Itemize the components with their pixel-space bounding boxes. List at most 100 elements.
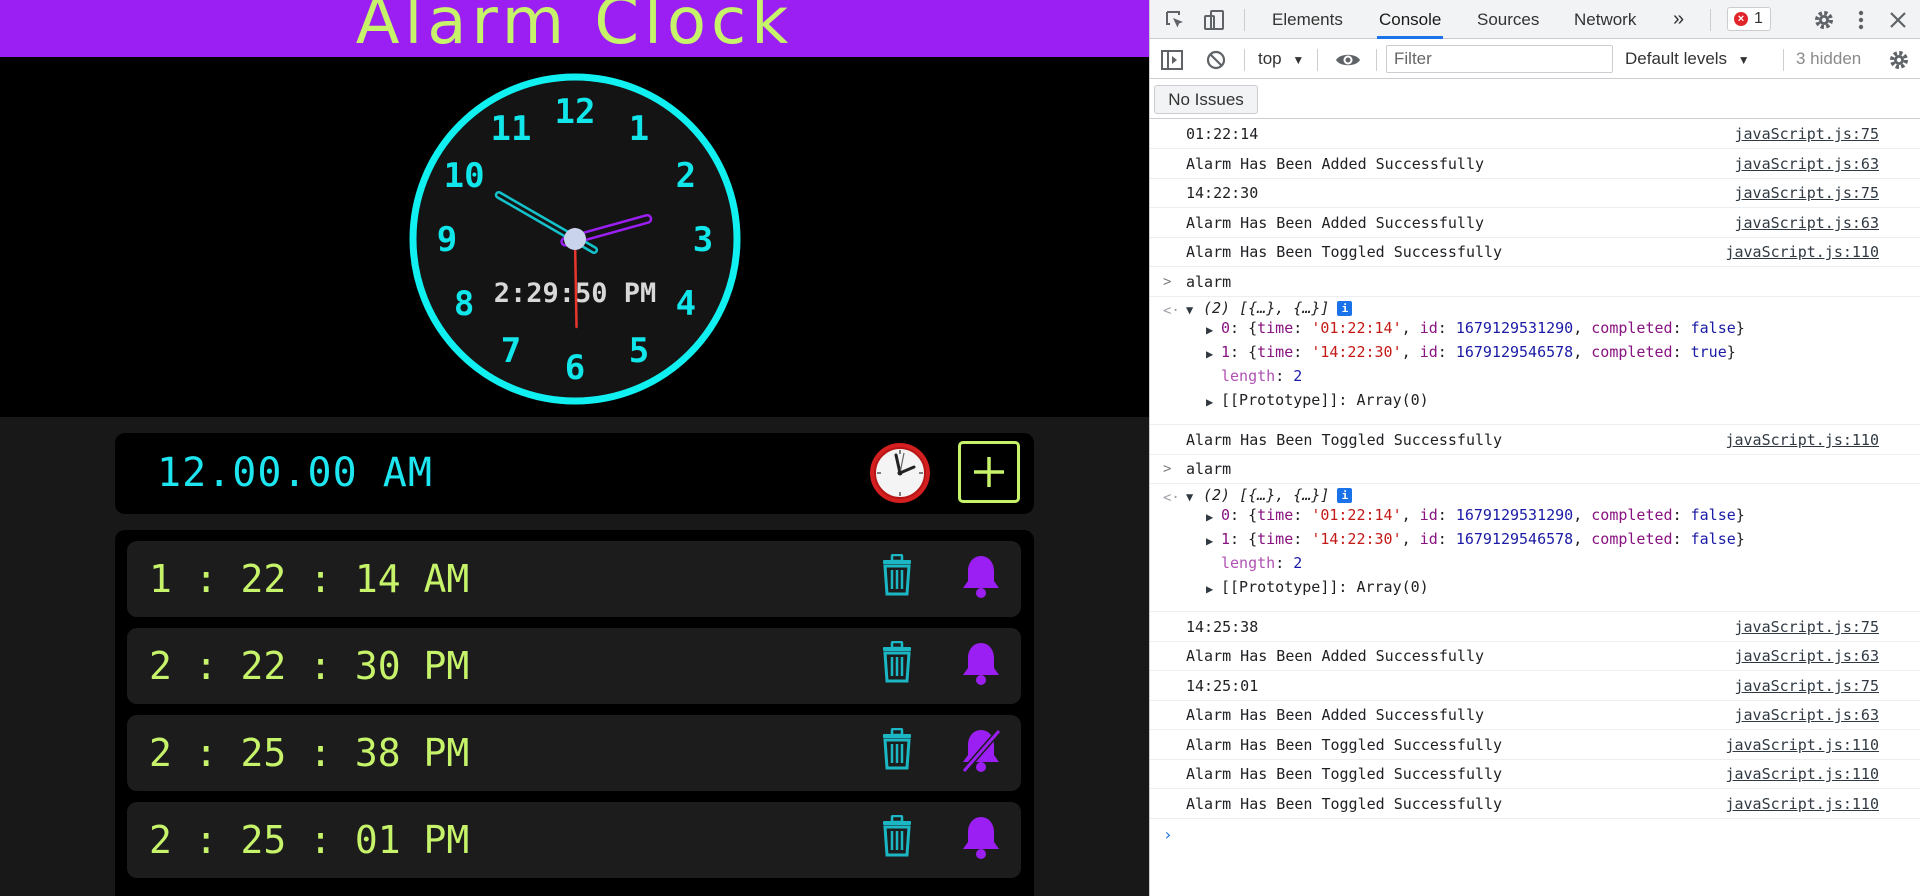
- log-message: Alarm Has Been Added Successfully: [1186, 647, 1485, 665]
- log-source-link[interactable]: javaScript.js:110: [1725, 425, 1879, 455]
- toolbar-divider: [1376, 49, 1377, 71]
- console-toolbar: top ▼ Default levels ▼ 3 hidden: [1150, 40, 1920, 79]
- array-prototype: [[Prototype]]: Array(0): [1221, 578, 1429, 596]
- clock-number: 9: [437, 220, 457, 260]
- hidden-messages-count: 3 hidden: [1796, 49, 1862, 68]
- collapse-triangle-icon[interactable]: ▼: [1186, 490, 1193, 504]
- log-message: Alarm Has Been Toggled Successfully: [1186, 795, 1503, 813]
- bell-icon[interactable]: [961, 553, 1001, 603]
- console-prompt-icon[interactable]: ›: [1163, 820, 1173, 850]
- expand-triangle-icon[interactable]: ▶: [1206, 510, 1213, 524]
- app-title: Alarm Clock: [355, 0, 794, 59]
- log-message: 14:25:38: [1186, 618, 1259, 636]
- bell-icon[interactable]: [961, 814, 1001, 864]
- array-item: 1: {time: '14:22:30', id: 1679129546578,…: [1221, 343, 1736, 361]
- console-log-row: Alarm Has Been Added Successfully javaSc…: [1150, 642, 1920, 671]
- error-count-badge[interactable]: × 1: [1727, 7, 1771, 31]
- alarm-item: 2 : 22 : 30 PM: [127, 628, 1021, 704]
- trash-icon[interactable]: [879, 814, 915, 861]
- log-message: Alarm Has Been Toggled Successfully: [1186, 765, 1503, 783]
- clock-number: 10: [444, 156, 485, 196]
- array-prototype: [[Prototype]]: Array(0): [1221, 391, 1429, 409]
- console-command-row: > alarm: [1150, 455, 1920, 484]
- trash-icon[interactable]: [879, 727, 915, 774]
- tab-sources[interactable]: Sources: [1477, 0, 1539, 39]
- alarm-time: 2 : 25 : 38 PM: [149, 731, 470, 775]
- tab-elements[interactable]: Elements: [1272, 0, 1343, 39]
- log-source-link[interactable]: javaScript.js:75: [1735, 120, 1880, 149]
- array-item: 1: {time: '14:22:30', id: 1679129546578,…: [1221, 530, 1745, 548]
- log-source-link[interactable]: javaScript.js:110: [1725, 238, 1879, 267]
- bell-off-icon[interactable]: [961, 727, 1002, 777]
- gear-icon[interactable]: [1812, 8, 1836, 32]
- trash-icon[interactable]: [879, 553, 915, 600]
- console-log-row: Alarm Has Been Added Successfully javaSc…: [1150, 701, 1920, 730]
- tab-console[interactable]: Console: [1377, 0, 1444, 39]
- issues-button[interactable]: No Issues: [1154, 85, 1258, 114]
- error-count: 1: [1754, 10, 1763, 27]
- log-source-link[interactable]: javaScript.js:110: [1725, 730, 1879, 760]
- log-source-link[interactable]: javaScript.js:63: [1735, 701, 1880, 730]
- sidebar-toggle-icon[interactable]: [1160, 49, 1184, 71]
- eye-icon[interactable]: [1335, 51, 1361, 69]
- result-arrow-icon: <·: [1163, 490, 1180, 506]
- more-tabs-icon[interactable]: »: [1673, 0, 1684, 39]
- clock-number: 1: [629, 109, 649, 149]
- clear-console-icon[interactable]: [1205, 49, 1227, 71]
- log-source-link[interactable]: javaScript.js:63: [1735, 642, 1880, 671]
- devtools-panel: Elements Console Sources Network » × 1 t…: [1149, 0, 1920, 896]
- alarm-time-input[interactable]: 12.00.00 AM: [157, 447, 433, 499]
- trash-icon[interactable]: [879, 640, 915, 687]
- filter-input[interactable]: [1386, 45, 1613, 73]
- clock-number: 5: [629, 331, 649, 371]
- clock-number: 2: [676, 156, 696, 196]
- console-output: 01:22:14 javaScript.js:75 Alarm Has Been…: [1150, 120, 1920, 896]
- app-header: Alarm Clock: [0, 0, 1149, 57]
- console-log-row: Alarm Has Been Toggled Successfully java…: [1150, 760, 1920, 789]
- log-source-link[interactable]: javaScript.js:63: [1735, 208, 1880, 238]
- console-log-row: 14:25:01 javaScript.js:75: [1150, 671, 1920, 701]
- expand-triangle-icon[interactable]: ▶: [1206, 534, 1213, 548]
- bell-icon[interactable]: [961, 640, 1001, 690]
- more-options-icon[interactable]: [1855, 8, 1867, 32]
- log-message: Alarm Has Been Added Successfully: [1186, 214, 1485, 232]
- alarm-clock-app: Alarm Clock 12 1 2 3 4 5 6 7 8 9 10 11 2:29:50 PM 1…: [0, 0, 1149, 896]
- log-message: Alarm Has Been Toggled Successfully: [1186, 431, 1503, 449]
- plus-icon: [974, 457, 1004, 487]
- log-source-link[interactable]: javaScript.js:75: [1735, 179, 1880, 208]
- log-message: Alarm Has Been Toggled Successfully: [1186, 736, 1503, 754]
- tab-network[interactable]: Network: [1574, 0, 1636, 39]
- log-source-link[interactable]: javaScript.js:110: [1725, 760, 1879, 789]
- command-text: alarm: [1186, 460, 1232, 478]
- log-source-link[interactable]: javaScript.js:75: [1735, 671, 1880, 701]
- expand-triangle-icon[interactable]: ▶: [1206, 582, 1213, 596]
- expand-triangle-icon[interactable]: ▶: [1206, 323, 1213, 337]
- toolbar-divider: [1317, 49, 1318, 71]
- log-message: 14:22:30: [1186, 184, 1259, 202]
- clock-number: 11: [491, 109, 532, 149]
- expand-triangle-icon[interactable]: ▶: [1206, 395, 1213, 409]
- expand-triangle-icon[interactable]: ▶: [1206, 347, 1213, 361]
- log-levels-select[interactable]: Default levels ▼: [1625, 49, 1750, 69]
- chevron-down-icon: ▼: [1737, 53, 1750, 67]
- command-text: alarm: [1186, 273, 1232, 291]
- collapse-triangle-icon[interactable]: ▼: [1186, 303, 1193, 317]
- inspect-element-icon[interactable]: [1164, 9, 1186, 31]
- log-source-link[interactable]: javaScript.js:63: [1735, 149, 1880, 179]
- console-result-row: <· ▼ (2) [{…}, {…}] i ▶ 0: {time: '01:22:…: [1150, 484, 1920, 612]
- alarm-item: 2 : 25 : 01 PM: [127, 802, 1021, 878]
- log-source-link[interactable]: javaScript.js:75: [1735, 612, 1880, 642]
- result-arrow-icon: <·: [1163, 303, 1180, 319]
- console-settings-gear-icon[interactable]: [1887, 48, 1911, 72]
- log-message: Alarm Has Been Added Successfully: [1186, 155, 1485, 173]
- close-icon[interactable]: [1888, 10, 1908, 30]
- command-chevron-icon: >: [1163, 274, 1172, 290]
- context-select[interactable]: top ▼: [1258, 49, 1304, 69]
- add-alarm-button[interactable]: [958, 441, 1020, 503]
- array-length: length: 2: [1221, 554, 1303, 572]
- info-icon: i: [1337, 488, 1353, 503]
- log-source-link[interactable]: javaScript.js:110: [1725, 789, 1879, 819]
- device-toolbar-icon[interactable]: [1202, 8, 1226, 32]
- alarm-clock-icon[interactable]: [868, 441, 932, 505]
- array-summary: (2) [{…}, {…}] i: [1203, 486, 1353, 504]
